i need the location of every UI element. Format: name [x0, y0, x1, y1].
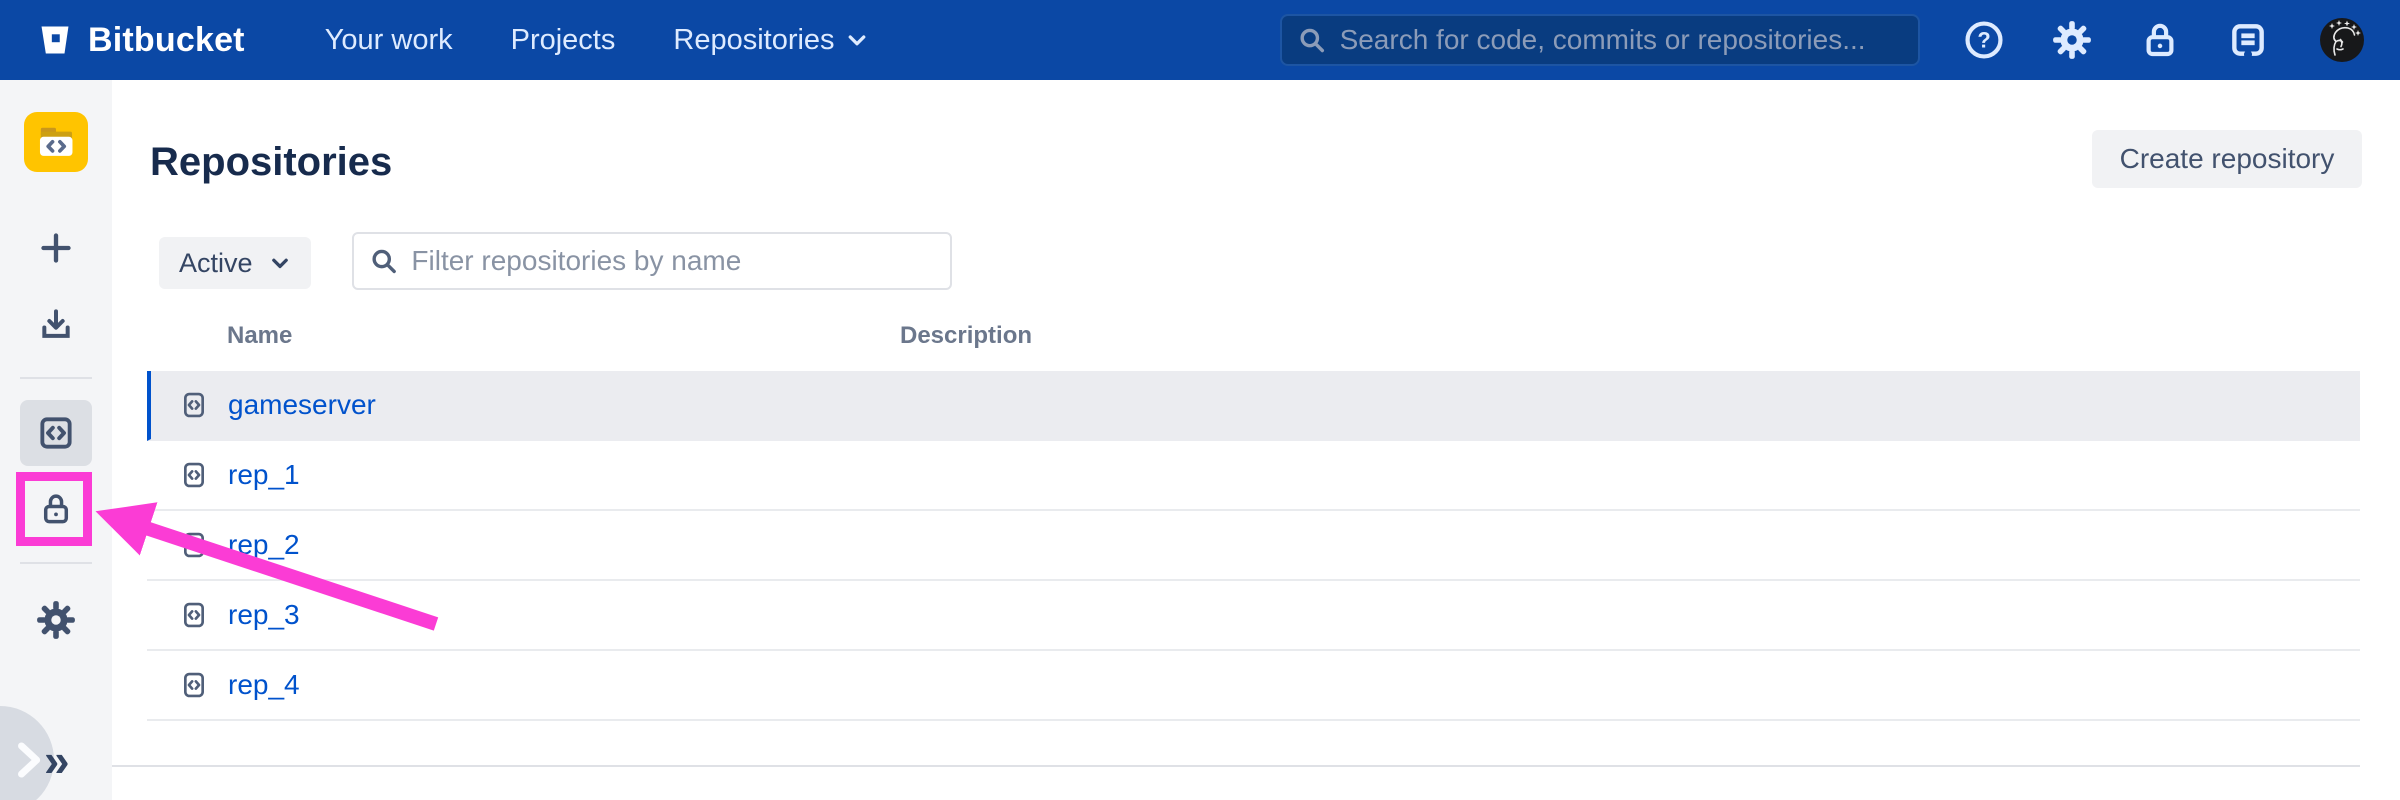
repository-filter[interactable] — [352, 232, 952, 290]
gear-icon — [2051, 19, 2093, 61]
search-icon — [1296, 23, 1328, 57]
avatar-image — [2320, 18, 2364, 62]
brand-name: Bitbucket — [88, 21, 245, 60]
add-button[interactable] — [36, 228, 76, 268]
global-search-input[interactable] — [1340, 24, 1904, 56]
bitbucket-bucket-icon — [36, 21, 74, 59]
svg-text:?: ? — [1977, 28, 1990, 53]
security-lock-icon — [37, 490, 75, 528]
nav-item-repositories[interactable]: Repositories — [673, 24, 868, 57]
repository-link[interactable]: rep_1 — [228, 459, 300, 491]
repository-icon — [178, 387, 210, 423]
content-bottom-divider — [112, 765, 2360, 767]
import-download-icon — [36, 305, 76, 345]
expand-sidebar-icon[interactable]: » — [44, 736, 70, 784]
repository-icon — [178, 457, 210, 493]
main-content: Repositories Create repository Active Na… — [112, 80, 2400, 800]
repository-link[interactable]: rep_4 — [228, 669, 300, 701]
code-square-icon — [35, 412, 77, 454]
column-header-description: Description — [900, 322, 1032, 350]
plus-icon — [36, 228, 76, 268]
gear-icon — [35, 599, 77, 641]
table-row-gameserver[interactable]: gameserver — [147, 371, 2360, 441]
top-navbar: Bitbucket Your work Projects Repositorie… — [0, 0, 2400, 80]
help-button[interactable]: ? — [1962, 18, 2006, 62]
create-repository-button[interactable]: Create repository — [2092, 130, 2362, 188]
column-header-name: Name — [227, 322, 292, 350]
feedback-icon — [2227, 19, 2269, 61]
sidebar-item-security[interactable] — [37, 490, 75, 528]
table-row-rep-3[interactable]: rep_3 — [147, 581, 2360, 651]
sidebar-item-repositories-selected[interactable] — [20, 400, 92, 466]
feedback-button[interactable] — [2226, 18, 2270, 62]
user-avatar[interactable] — [2320, 18, 2364, 62]
table-row-rep-1[interactable]: rep_1 — [147, 441, 2360, 511]
sidebar-item-settings[interactable] — [35, 599, 77, 641]
bitbucket-repositories-page: Bitbucket Your work Projects Repositorie… — [0, 0, 2400, 800]
repository-link[interactable]: rep_2 — [228, 529, 300, 561]
sidebar-divider — [20, 377, 92, 379]
project-avatar[interactable] — [24, 112, 88, 172]
folder-code-icon — [30, 116, 82, 168]
bitbucket-logo[interactable]: Bitbucket — [36, 21, 245, 60]
primary-nav: Your work Projects Repositories — [325, 24, 869, 57]
sidebar-divider — [20, 562, 92, 564]
chevron-down-icon — [269, 252, 291, 274]
settings-button[interactable] — [2050, 18, 2094, 62]
repository-icon — [178, 527, 210, 563]
search-icon — [368, 244, 399, 278]
page-title: Repositories — [150, 140, 392, 185]
repository-link[interactable]: gameserver — [228, 389, 376, 421]
repository-table: gameserver rep_1 rep_2 — [147, 371, 2360, 721]
help-icon: ? — [1963, 19, 2005, 61]
table-row-rep-2[interactable]: rep_2 — [147, 511, 2360, 581]
repository-icon — [178, 597, 210, 633]
security-button[interactable] — [2138, 18, 2182, 62]
nav-item-your-work[interactable]: Your work — [325, 24, 453, 57]
global-search[interactable] — [1280, 14, 1920, 66]
left-sidebar: » — [0, 80, 112, 800]
status-filter-dropdown[interactable]: Active — [159, 237, 311, 289]
import-button[interactable] — [36, 305, 76, 345]
lock-icon — [2139, 19, 2181, 61]
nav-item-projects[interactable]: Projects — [511, 24, 616, 57]
status-filter-value: Active — [179, 248, 253, 279]
repository-icon — [178, 667, 210, 703]
table-row-rep-4[interactable]: rep_4 — [147, 651, 2360, 721]
repository-link[interactable]: rep_3 — [228, 599, 300, 631]
repository-filter-input[interactable] — [411, 245, 936, 277]
chevron-down-icon — [845, 28, 869, 52]
